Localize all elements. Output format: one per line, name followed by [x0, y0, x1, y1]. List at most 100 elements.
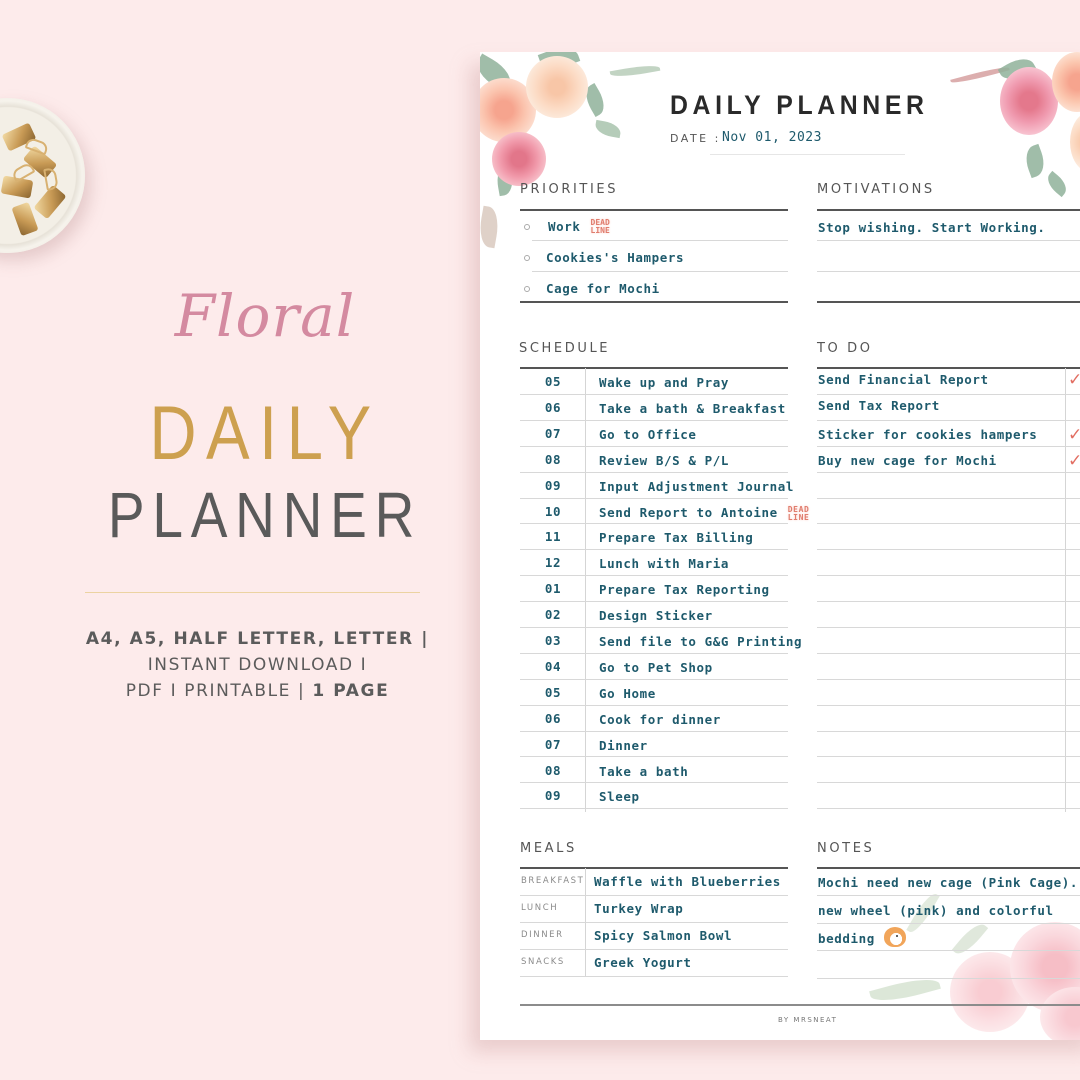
todo-row-rule — [817, 679, 1080, 680]
schedule-task[interactable]: Send Report to Antoine DEAD LINE — [599, 505, 814, 522]
formats-line-3b: 1 PAGE — [312, 681, 390, 701]
schedule-row-rule — [520, 472, 788, 473]
meal-row-rule — [520, 922, 788, 923]
schedule-hour: 02 — [544, 607, 562, 622]
meals-heading: MEALS — [520, 841, 577, 856]
meal-label: LUNCH — [521, 903, 559, 913]
formats-line-3a: PDF I PRINTABLE | — [125, 681, 313, 701]
schedule-row-rule — [520, 756, 788, 757]
schedule-row-rule — [520, 731, 788, 732]
schedule-hour: 08 — [544, 763, 562, 778]
todo-row-rule — [817, 420, 1080, 421]
meal-row-rule — [520, 895, 788, 896]
rule — [817, 950, 1080, 951]
schedule-row-rule — [520, 705, 788, 706]
notes-heading: NOTES — [817, 841, 875, 856]
schedule-hour: 08 — [544, 452, 562, 467]
rule — [817, 240, 1080, 241]
schedule-task[interactable]: Take a bath — [599, 764, 688, 779]
schedule-hour: 06 — [544, 711, 562, 726]
schedule-task[interactable]: Prepare Tax Billing — [599, 530, 753, 545]
todo-row-rule — [817, 731, 1080, 732]
schedule-task[interactable]: Input Adjustment Journal — [599, 479, 794, 494]
todo-item[interactable]: Buy new cage for Mochi — [818, 453, 997, 468]
schedule-row-rule — [520, 498, 788, 499]
meal-value[interactable]: Greek Yogurt — [594, 955, 692, 970]
schedule-row-rule — [520, 575, 788, 576]
schedule-heading: SCHEDULE — [519, 341, 611, 356]
promo-title-daily: DAILY — [149, 391, 381, 476]
note-line[interactable]: bedding — [818, 927, 906, 947]
todo-row-rule — [817, 549, 1080, 550]
date-field[interactable]: Nov 01, 2023 — [722, 130, 822, 145]
schedule-top-rule — [520, 367, 788, 369]
schedule-task[interactable]: Go to Office — [599, 427, 697, 442]
schedule-task[interactable]: Sleep — [599, 789, 640, 804]
date-underline — [710, 154, 905, 155]
formats-line-2: INSTANT DOWNLOAD I — [147, 655, 368, 675]
schedule-task[interactable]: Design Sticker — [599, 608, 713, 623]
motivations-top-rule — [817, 209, 1080, 211]
schedule-row-rule — [520, 420, 788, 421]
note-line[interactable]: new wheel (pink) and colorful — [818, 903, 1054, 918]
todo-row-rule — [817, 653, 1080, 654]
todo-check-divider — [1065, 368, 1066, 812]
priority-item[interactable]: Work DEAD LINE — [520, 212, 617, 241]
schedule-task[interactable]: Review B/S & P/L — [599, 453, 729, 468]
todo-item[interactable]: Send Tax Report — [818, 398, 940, 413]
todo-row-rule — [817, 394, 1080, 395]
schedule-row-rule — [520, 549, 788, 550]
schedule-row-rule — [520, 782, 788, 783]
schedule-task[interactable]: Go Home — [599, 686, 656, 701]
meal-label: SNACKS — [521, 957, 565, 967]
schedule-task[interactable]: Take a bath & Breakfast — [599, 401, 786, 416]
footer-credit: BY MRSNEAT — [778, 1016, 838, 1024]
schedule-hour: 07 — [544, 426, 562, 441]
priority-item[interactable]: Cookies's Hampers — [520, 243, 684, 272]
footer-rule — [520, 1004, 1080, 1006]
meal-label: BREAKFAST — [521, 876, 585, 886]
checkmark-icon[interactable]: ✓ — [1068, 451, 1080, 471]
schedule-task[interactable]: Prepare Tax Reporting — [599, 582, 770, 597]
motivation-line[interactable]: Stop wishing. Start Working. — [818, 220, 1046, 235]
motivations-bottom-rule — [817, 301, 1080, 303]
schedule-task[interactable]: Send file to G&G Printing — [599, 634, 802, 649]
priority-text: Work — [548, 219, 581, 234]
priority-text: Cookies's Hampers — [546, 250, 685, 265]
schedule-task[interactable]: Wake up and Pray — [599, 375, 729, 390]
schedule-hour: 11 — [544, 529, 562, 544]
rule — [817, 978, 1080, 979]
schedule-hour: 12 — [544, 555, 562, 570]
schedule-task[interactable]: Dinner — [599, 738, 648, 753]
schedule-task[interactable]: Lunch with Maria — [599, 556, 729, 571]
rule — [817, 895, 1080, 896]
schedule-row-rule — [520, 446, 788, 447]
schedule-hour: 04 — [544, 659, 562, 674]
schedule-hour: 09 — [544, 788, 562, 803]
schedule-task[interactable]: Go to Pet Shop — [599, 660, 713, 675]
todo-heading: TO DO — [817, 341, 873, 356]
priorities-heading: PRIORITIES — [520, 182, 619, 197]
checkmark-icon[interactable]: ✓ — [1068, 425, 1080, 445]
priority-item[interactable]: Cage for Mochi — [520, 274, 660, 303]
gold-divider — [85, 592, 420, 593]
meal-value[interactable]: Turkey Wrap — [594, 901, 683, 916]
schedule-hour: 05 — [544, 374, 562, 389]
schedule-row-rule — [520, 808, 788, 809]
meal-value[interactable]: Waffle with Blueberries — [594, 874, 781, 889]
priorities-top-rule — [520, 209, 788, 211]
todo-row-rule — [817, 498, 1080, 499]
todo-row-rule — [817, 782, 1080, 783]
schedule-task[interactable]: Cook for dinner — [599, 712, 721, 727]
motivations-heading: MOTIVATIONS — [817, 182, 935, 197]
deadline-sticker: DEAD LINE — [787, 504, 810, 522]
todo-item[interactable]: Sticker for cookies hampers — [818, 427, 1037, 442]
note-line[interactable]: Mochi need new cage (Pink Cage). — [818, 875, 1078, 890]
checkmark-icon[interactable]: ✓ — [1068, 370, 1080, 390]
todo-item[interactable]: Send Financial Report — [818, 372, 989, 387]
meal-value[interactable]: Spicy Salmon Bowl — [594, 928, 732, 943]
meal-label: DINNER — [521, 930, 564, 940]
format-info: A4, A5, HALF LETTER, LETTER | INSTANT DO… — [85, 626, 430, 704]
todo-row-rule — [817, 575, 1080, 576]
schedule-hour: 01 — [544, 581, 562, 596]
